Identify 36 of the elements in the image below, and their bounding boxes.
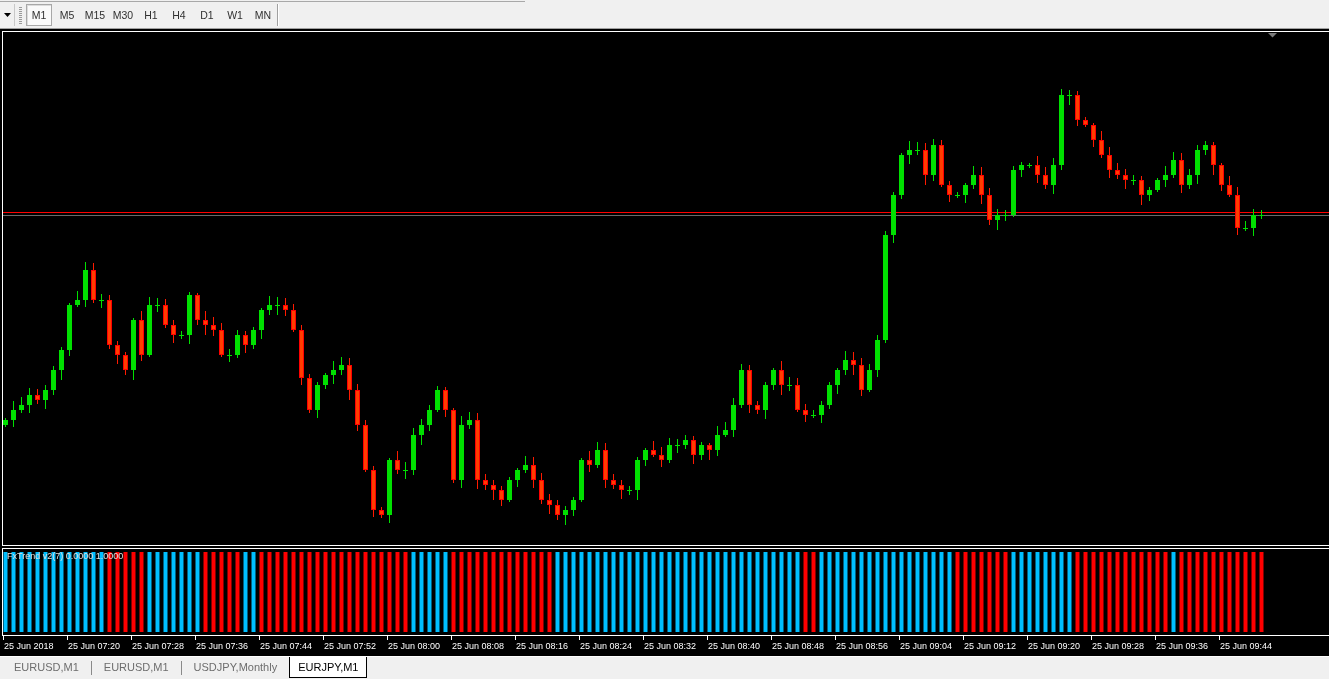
timeframe-button[interactable]: M1	[26, 4, 52, 26]
time-axis-label: 25 Jun 09:36	[1156, 641, 1209, 652]
time-axis-label: 25 Jun 07:44	[260, 641, 313, 652]
time-axis-label: 25 Jun 07:28	[132, 641, 185, 652]
timeframe-button[interactable]: M5	[54, 4, 80, 26]
time-axis-label: 25 Jun 07:52	[324, 641, 377, 652]
time-axis-label: 25 Jun 09:20	[1028, 641, 1081, 652]
time-axis-label: 25 Jun 08:48	[772, 641, 825, 652]
timeframe-button[interactable]: M30	[110, 4, 136, 26]
grip-icon[interactable]	[19, 6, 22, 24]
timeframe-button[interactable]: M15	[82, 4, 108, 26]
chart-tab[interactable]: EURJPY,M1	[289, 657, 368, 678]
timeframe-button[interactable]: MN	[250, 4, 276, 26]
time-axis-label: 25 Jun 2018	[4, 641, 54, 652]
chart-tab[interactable]: EURUSD,M1	[91, 657, 181, 677]
time-axis-label: 25 Jun 08:56	[836, 641, 889, 652]
time-axis-label: 25 Jun 08:00	[388, 641, 441, 652]
time-axis-label: 25 Jun 09:44	[1220, 641, 1273, 652]
time-axis-label: 25 Jun 08:08	[452, 641, 505, 652]
time-axis-label: 25 Jun 09:28	[1092, 641, 1145, 652]
time-axis-label: 25 Jun 07:36	[196, 641, 249, 652]
triangle-marker-icon[interactable]	[1268, 33, 1277, 38]
caret-down-icon[interactable]	[4, 13, 11, 17]
chart-tab[interactable]: USDJPY,Monthly	[181, 657, 290, 677]
chart-tab[interactable]: EURUSD,M1	[2, 657, 91, 677]
timeframe-button[interactable]: D1	[194, 4, 220, 26]
time-axis-label: 25 Jun 09:12	[964, 641, 1017, 652]
time-axis-label: 25 Jun 08:16	[516, 641, 569, 652]
timeframe-button[interactable]: H1	[138, 4, 164, 26]
timeframe-button[interactable]: W1	[222, 4, 248, 26]
timeframe-button[interactable]: H4	[166, 4, 192, 26]
time-axis-label: 25 Jun 08:40	[708, 641, 761, 652]
time-axis-label: 25 Jun 08:32	[644, 641, 697, 652]
time-axis-label: 25 Jun 09:04	[900, 641, 953, 652]
time-axis-label: 25 Jun 08:24	[580, 641, 633, 652]
time-axis-label: 25 Jun 07:20	[68, 641, 121, 652]
